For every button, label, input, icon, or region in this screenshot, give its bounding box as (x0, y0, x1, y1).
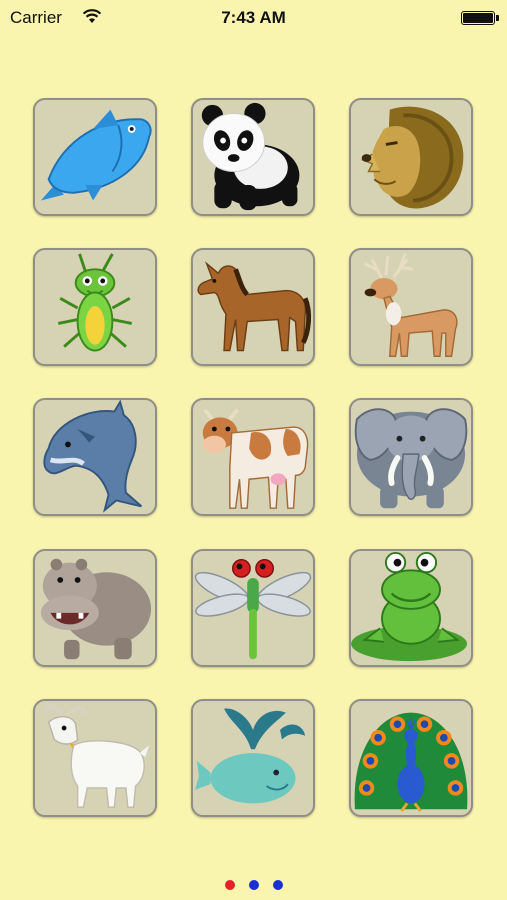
tile-deer[interactable] (349, 248, 473, 366)
hippo-icon (40, 558, 152, 660)
deer-icon (363, 253, 458, 357)
tile-hippo[interactable] (33, 549, 157, 667)
tile-elephant[interactable] (349, 398, 473, 516)
tile-grasshopper[interactable] (33, 248, 157, 366)
frog-icon (351, 551, 468, 662)
cow-icon (202, 408, 309, 509)
tile-peacock[interactable] (349, 699, 473, 817)
tile-whale[interactable] (191, 699, 315, 817)
fish-icon (40, 109, 152, 201)
tile-lion[interactable] (349, 98, 473, 216)
page-dot-1[interactable] (224, 880, 235, 890)
tile-panda[interactable] (191, 98, 315, 216)
page-indicator (0, 880, 507, 892)
tile-frog[interactable] (349, 549, 473, 667)
peacock-icon (354, 712, 468, 813)
elephant-icon (354, 408, 468, 509)
tile-goat[interactable] (33, 699, 157, 817)
lion-icon (361, 106, 464, 209)
dolphin-icon (43, 400, 143, 513)
tile-fish[interactable] (33, 98, 157, 216)
animal-grid (0, 0, 507, 900)
panda-icon (201, 102, 300, 211)
whale-icon (195, 708, 306, 804)
page-dot-3[interactable] (272, 880, 283, 890)
tile-dolphin[interactable] (33, 398, 157, 516)
tile-horse[interactable] (191, 248, 315, 366)
dragonfly-icon (194, 558, 312, 660)
tile-dragonfly[interactable] (191, 549, 315, 667)
goat-icon (43, 704, 150, 808)
tile-cow[interactable] (191, 398, 315, 516)
horse-icon (197, 261, 312, 352)
grasshopper-icon (58, 253, 132, 352)
page-dot-2[interactable] (248, 880, 259, 890)
